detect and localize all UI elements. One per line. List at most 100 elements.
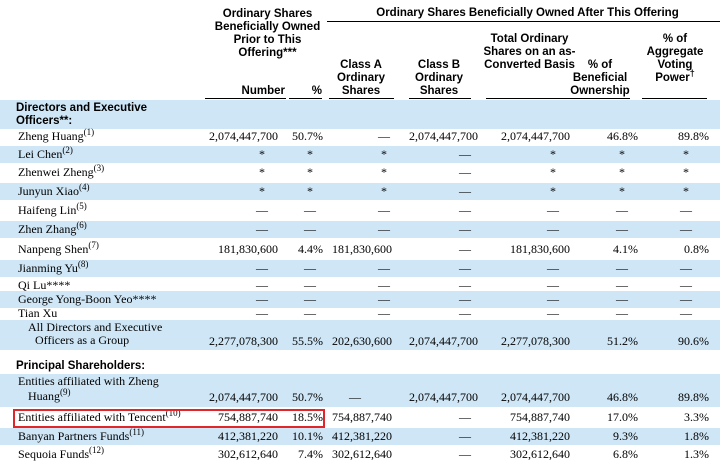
cell-class-b: — (459, 429, 471, 443)
row-footnote: (12) (89, 445, 105, 455)
cell-beneficial: * (619, 184, 625, 198)
zheng-pct: 50.7% (292, 390, 323, 404)
cell-beneficial: 9.3% (613, 429, 638, 443)
header-class-b: Class B Ordinary Shares (415, 59, 463, 97)
group-beneficial: 51.2% (607, 334, 638, 348)
header-class-a: Class A Ordinary Shares (337, 59, 385, 97)
header-total: Total Ordinary Shares on an as-Converted… (483, 33, 576, 71)
table-row: Nanpeng Shen(7) 181,830,600 4.4% 181,830,60… (0, 241, 720, 258)
row-label: Banyan Partners Funds(11) (18, 428, 144, 445)
table-row: Jianming Yu(8) — — — — — — — (0, 260, 720, 277)
table-row: Zhenwei Zheng(3) * * * — * * * (0, 164, 720, 181)
cell-class-a: * (381, 147, 387, 161)
cell-voting: * (683, 147, 689, 161)
ul-voting (642, 98, 707, 99)
cell-voting: 3.3% (684, 410, 709, 424)
zheng-label-2-text: Huang (28, 389, 60, 403)
row-name: Lei Chen (18, 147, 63, 161)
tencent-highlight-box (13, 409, 325, 428)
row-label: Zheng Huang(1) (18, 128, 94, 145)
zheng-class-a: — (349, 390, 361, 404)
cell-number: — (256, 203, 268, 217)
cell-class-b: — (459, 261, 471, 275)
cell-number: — (256, 261, 268, 275)
cell-pct: 10.1% (292, 429, 323, 443)
cell-total: 302,612,640 (510, 447, 570, 461)
cell-class-b: — (459, 203, 471, 217)
cell-number: * (259, 184, 265, 198)
section-directors-text: Directors and Executive Officers**: (16, 102, 148, 127)
cell-voting: 1.8% (684, 429, 709, 443)
ul-beneficial (570, 98, 630, 99)
table-row: Junyun Xiao(4) * * * — * * * (0, 183, 720, 200)
cell-voting: * (683, 184, 689, 198)
row-label: Jianming Yu(8) (18, 260, 88, 277)
header-pct: % (311, 85, 322, 97)
cell-beneficial: 17.0% (607, 410, 638, 424)
row-name: Jianming Yu (18, 261, 78, 275)
row-label: Sequoia Funds(12) (18, 446, 104, 463)
cell-class-b: — (459, 410, 471, 424)
group-class-a: 202,630,600 (332, 334, 392, 348)
cell-class-a: — (378, 261, 390, 275)
cell-total: 412,381,220 (510, 429, 570, 443)
cell-class-a: — (378, 222, 390, 236)
group-row: All Directors and Executive Officers as … (0, 320, 720, 350)
group-class-b: 2,074,447,700 (409, 334, 478, 348)
row-footnote: (6) (76, 220, 87, 230)
header-voting-mark: † (689, 68, 695, 79)
cell-voting: — (680, 203, 692, 217)
cell-class-a: * (381, 165, 387, 179)
cell-number: 2,074,447,700 (209, 129, 278, 143)
group-number: 2,277,078,300 (209, 334, 278, 348)
header-after-underline (327, 21, 720, 22)
cell-beneficial: — (616, 261, 628, 275)
cell-pct: 7.4% (298, 447, 323, 461)
row-footnote: (8) (77, 259, 89, 269)
table-row: Sequoia Funds(12) 302,612,640 7.4% 302,612,… (0, 446, 720, 463)
cell-number: * (259, 165, 265, 179)
group-pct: 55.5% (292, 334, 323, 348)
cell-class-b: — (459, 447, 471, 461)
row-name: Nanpeng Shen (18, 242, 89, 256)
cell-class-b: — (459, 184, 471, 198)
zheng-number: 2,074,447,700 (209, 390, 278, 404)
zheng-beneficial: 46.8% (607, 390, 638, 404)
table-row: Haifeng Lin(5) — — — — — — — (0, 202, 720, 219)
cell-class-a: — (378, 203, 390, 217)
row-name: Qi Lu**** (18, 278, 71, 292)
table-row: Zheng Huang(1) 2,074,447,700 50.7% —2,074,4… (0, 128, 720, 145)
cell-pct: — (304, 222, 316, 236)
group-total: 2,277,078,300 (501, 334, 570, 348)
cell-number: 412,381,220 (218, 429, 278, 443)
group-label-2: Officers as a Group (35, 333, 130, 347)
zheng-voting: 89.8% (678, 390, 709, 404)
cell-voting: 89.8% (678, 129, 709, 143)
cell-class-a: * (381, 184, 387, 198)
zheng-label-2: Huang(9) (28, 388, 71, 405)
cell-number: — (256, 222, 268, 236)
cell-beneficial: * (619, 147, 625, 161)
cell-total: * (550, 147, 556, 161)
cell-voting: — (680, 261, 692, 275)
cell-class-b: — (459, 147, 471, 161)
row-name: Zhen Zhang (18, 222, 77, 236)
table-row: Lei Chen(2) * * * — * * * (0, 146, 720, 163)
cell-class-a: 302,612,640 (332, 447, 392, 461)
cell-number: * (259, 147, 265, 161)
header-number: Number (241, 85, 285, 97)
cell-pct: — (304, 203, 316, 217)
row-footnote: (5) (76, 201, 87, 211)
cell-number: 181,830,600 (218, 242, 278, 256)
row-name: Tian Xu (18, 306, 58, 320)
row-label: Zhenwei Zheng(3) (18, 164, 104, 181)
section-directors: Directors and Executive Officers**: (16, 102, 206, 128)
cell-class-b: 2,074,447,700 (409, 129, 478, 143)
row-name: Junyun Xiao (18, 184, 79, 198)
row-footnote: (2) (62, 145, 73, 155)
cell-beneficial: — (616, 222, 628, 236)
cell-total: 181,830,600 (510, 242, 570, 256)
cell-class-b: — (459, 165, 471, 179)
row-footnote: (4) (79, 182, 90, 192)
cell-beneficial: * (619, 165, 625, 179)
